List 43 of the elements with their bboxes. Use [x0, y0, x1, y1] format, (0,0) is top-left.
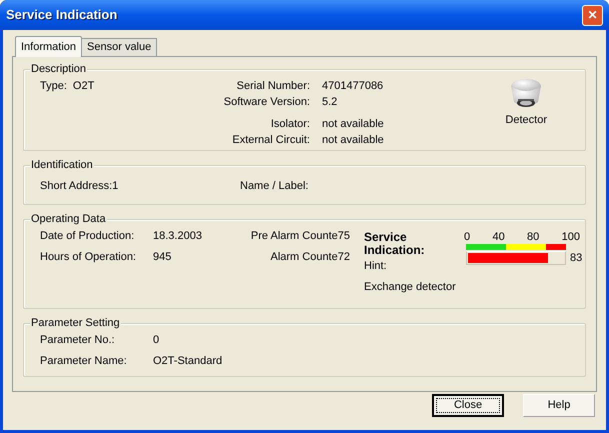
field-label: Type:: [40, 79, 67, 94]
field-label: Date of Production:: [40, 229, 136, 244]
field-value: not available: [322, 133, 384, 148]
hint-text: Exchange detector: [364, 281, 457, 294]
window-title: Service Indication: [6, 6, 118, 24]
device-caption: Detector: [505, 113, 547, 128]
dialog-button[interactable]: Close: [432, 394, 504, 417]
field-label: Parameter Name:: [40, 354, 128, 369]
field-value: 75: [338, 229, 350, 244]
field-value: O2T-Standard: [153, 354, 224, 369]
scale-tick: 100: [562, 231, 580, 244]
hint-label: Hint:: [364, 260, 388, 273]
scale-tick: 80: [527, 231, 540, 244]
field-value: not available: [322, 117, 384, 132]
group-title: Description: [30, 62, 88, 76]
field-label: Parameter No.:: [40, 333, 116, 348]
field-label: Software Version:: [222, 95, 310, 110]
field-value: 0: [153, 333, 160, 348]
field-label: Name / Label:: [240, 179, 308, 194]
scale-tick: 0: [464, 231, 470, 244]
scale-tick: 40: [492, 231, 505, 244]
service-indication-label: Service Indication:: [364, 231, 426, 257]
field-value: 4701477086: [322, 79, 384, 94]
field-value: 1: [112, 179, 118, 194]
field-value: 945: [153, 250, 172, 265]
close-button[interactable]: ✕: [582, 4, 603, 26]
tab[interactable]: Information: [15, 36, 82, 57]
field-label: Alarm Counte: [270, 250, 338, 265]
field-value: O2T: [72, 79, 94, 94]
group-title: Operating Data: [30, 212, 107, 226]
field-value: 18.3.2003: [153, 229, 203, 244]
group-title: Parameter Setting: [30, 316, 121, 330]
meter-reading: 83: [570, 251, 582, 266]
field-label: Isolator:: [270, 117, 310, 132]
field-label: Short Address:: [40, 179, 112, 194]
field-value: 72: [338, 250, 350, 265]
dialog-button[interactable]: Help: [523, 394, 595, 417]
field-label: Pre Alarm Counte: [250, 229, 338, 244]
field-value: 5.2: [322, 95, 338, 110]
field-label: Serial Number:: [236, 79, 310, 94]
tab[interactable]: Sensor value: [82, 38, 158, 56]
field-label: Hours of Operation:: [40, 250, 137, 265]
field-label: External Circuit:: [231, 133, 310, 148]
